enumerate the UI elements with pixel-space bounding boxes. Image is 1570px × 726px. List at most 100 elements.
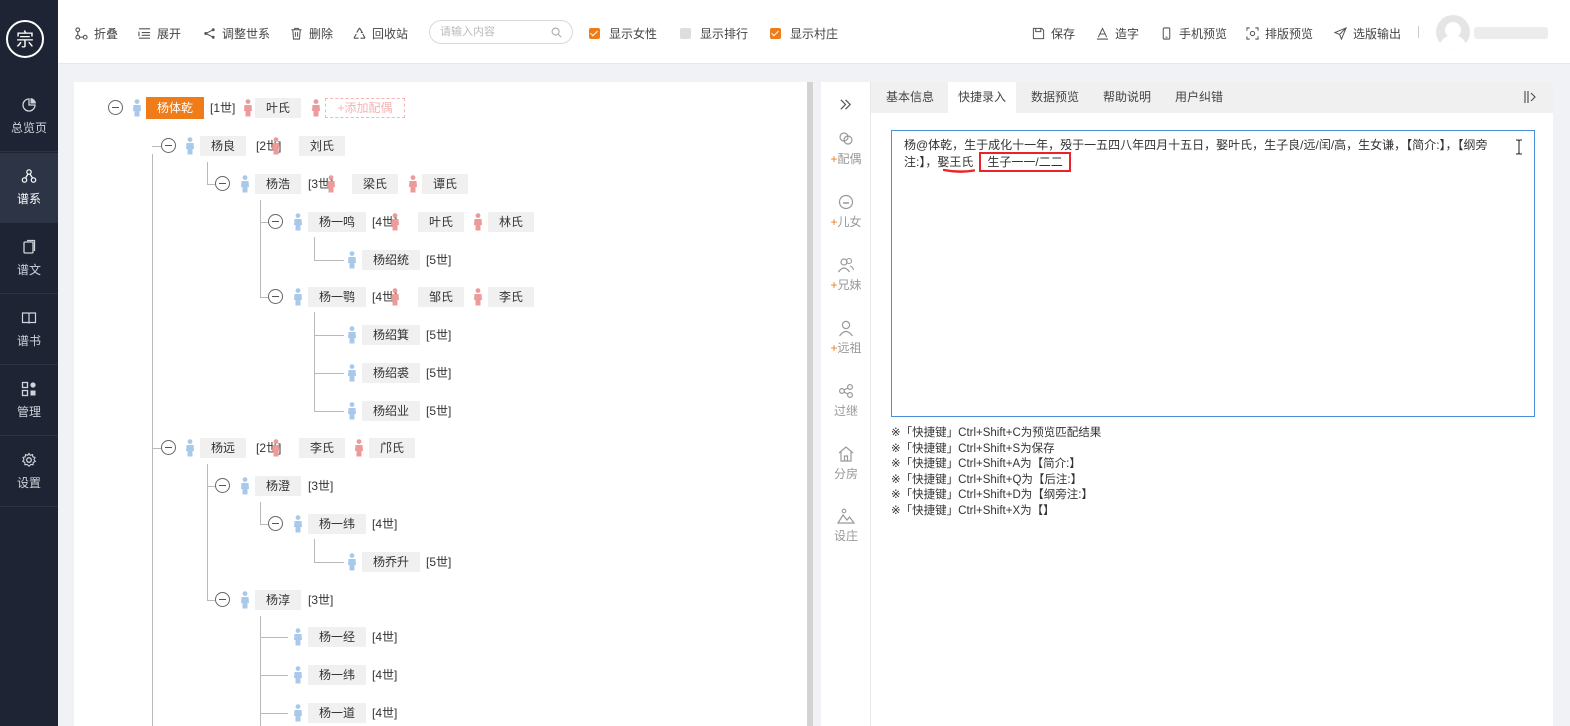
female-figure-icon: [474, 213, 482, 231]
person-name[interactable]: 杨浩: [255, 174, 302, 194]
male-figure-icon: [348, 553, 356, 571]
layout-preview-button[interactable]: 排版预览: [1246, 24, 1313, 42]
delete-button[interactable]: 删除: [290, 24, 333, 42]
generation-label: [4世]: [372, 706, 398, 720]
person-name[interactable]: 杨绍裘: [362, 363, 421, 383]
search-icon[interactable]: [551, 27, 562, 38]
search-input[interactable]: [440, 26, 551, 38]
checkbox-unchecked[interactable]: [680, 27, 691, 39]
collapse-toggle[interactable]: [215, 478, 230, 493]
sidebar-item-overview[interactable]: 总览页: [0, 82, 58, 152]
double-chevron-right-icon[interactable]: [839, 98, 852, 111]
show-rank-checkbox[interactable]: 显示排行: [680, 24, 748, 42]
hint-line: ※「快捷键」Ctrl+Shift+X为【】: [891, 504, 1055, 517]
spouse-name[interactable]: 梁氏: [352, 174, 399, 194]
male-figure-icon: [294, 288, 302, 306]
person-name[interactable]: 杨一经: [308, 627, 367, 647]
person-name[interactable]: 杨一鹗: [308, 287, 367, 307]
sidebar-item-manage[interactable]: 管理: [0, 366, 58, 436]
person-name[interactable]: 杨一鸣: [308, 212, 367, 232]
person-name[interactable]: 杨澄: [255, 476, 302, 496]
hint-line: ※「快捷键」Ctrl+Shift+Q为【后注:】: [891, 473, 1083, 486]
person-name[interactable]: 杨淳: [255, 590, 302, 610]
fold-button[interactable]: 折叠: [75, 24, 118, 42]
spouse-name[interactable]: 李氏: [299, 438, 346, 458]
adjust-lineage-button[interactable]: 调整世系: [203, 24, 270, 42]
spouse-name[interactable]: 刘氏: [299, 136, 346, 156]
sidebar-item-book[interactable]: 谱书: [0, 295, 58, 365]
person-name[interactable]: 杨一纬: [308, 665, 367, 685]
spouse-name[interactable]: 林氏: [488, 212, 535, 232]
collapse-toggle[interactable]: [161, 138, 176, 153]
tool-adopt[interactable]: 过继: [821, 382, 871, 419]
female-figure-icon: [327, 175, 335, 193]
sidebar-item-lineage[interactable]: 谱系: [0, 153, 58, 223]
house-icon: [838, 446, 854, 462]
tree-connector: [314, 237, 315, 260]
spouse-name[interactable]: 邹氏: [418, 287, 465, 307]
collapse-panel-icon[interactable]: [1523, 90, 1537, 104]
collapse-toggle[interactable]: [268, 289, 283, 304]
logo[interactable]: 宗: [6, 20, 44, 58]
person-name[interactable]: 杨良: [200, 136, 247, 156]
person-name[interactable]: 杨一道: [308, 703, 367, 723]
tool-house[interactable]: 分房: [821, 445, 871, 482]
checkbox-checked[interactable]: [770, 27, 781, 39]
recycle-bin-button[interactable]: 回收站: [353, 24, 408, 42]
tool-siblings[interactable]: +兄妹: [821, 256, 871, 293]
sidebar-item-text[interactable]: 谱文: [0, 224, 58, 294]
sidebar-item-settings[interactable]: 设置: [0, 437, 58, 507]
tab-quick-entry[interactable]: 快捷录入: [948, 82, 1017, 113]
person-name[interactable]: 杨一纬: [308, 514, 367, 534]
tool-child[interactable]: +儿女: [821, 193, 871, 230]
collapse-toggle[interactable]: [215, 592, 230, 607]
recycle-label: 回收站: [372, 26, 409, 41]
collapse-toggle[interactable]: [268, 516, 283, 531]
person-name[interactable]: 杨乔升: [362, 552, 421, 572]
tree-connector: [260, 297, 268, 298]
spouse-name[interactable]: 叶氏: [418, 212, 465, 232]
spouse-name[interactable]: 邝氏: [369, 438, 416, 458]
person-name[interactable]: 杨远: [200, 438, 247, 458]
checkbox-checked[interactable]: [589, 27, 600, 39]
person-name[interactable]: 杨绍业: [362, 401, 421, 421]
spouse-name[interactable]: 叶氏: [255, 98, 302, 118]
spouse-name[interactable]: 李氏: [488, 287, 535, 307]
expand-button[interactable]: 展开: [138, 24, 181, 42]
person-name[interactable]: 杨绍箕: [362, 325, 421, 345]
save-button[interactable]: 保存: [1032, 24, 1075, 42]
tool-ancestor[interactable]: +远祖: [821, 319, 871, 356]
collapse-toggle[interactable]: [215, 176, 230, 191]
mobile-preview-button[interactable]: 手机预览: [1160, 24, 1227, 42]
tool-spouse[interactable]: +配偶: [821, 130, 871, 167]
collapse-toggle[interactable]: [268, 214, 283, 229]
person-name[interactable]: 杨体乾: [146, 97, 205, 119]
male-figure-icon: [294, 666, 302, 684]
tab-bar: 基本信息 快捷录入 数据预览 帮助说明 用户纠错: [871, 82, 1553, 113]
avatar[interactable]: [1436, 15, 1470, 49]
add-spouse-button[interactable]: +添加配偶: [325, 98, 405, 118]
shortcut-hints: ※「快捷键」Ctrl+Shift+C为预览匹配结果 ※「快捷键」Ctrl+Shi…: [891, 426, 1101, 520]
family-tree-icon: [21, 169, 37, 183]
show-female-checkbox[interactable]: 显示女性: [589, 24, 657, 42]
quick-entry-textarea[interactable]: 杨@体乾，生于成化十一年，殁于一五四八年四月十五日，娶叶氏，生子良/远/闰/高，…: [891, 130, 1535, 417]
person-name[interactable]: 杨绍统: [362, 250, 421, 270]
export-button[interactable]: 选版输出: [1334, 24, 1401, 42]
tool-label: +远祖: [830, 341, 862, 355]
tool-village[interactable]: 设庄: [821, 507, 871, 544]
username-blurred[interactable]: [1474, 27, 1548, 39]
make-char-button[interactable]: 造字: [1096, 24, 1139, 42]
show-village-checkbox[interactable]: 显示村庄: [770, 24, 838, 42]
collapse-toggle[interactable]: [161, 440, 176, 455]
tab-user-correction[interactable]: 用户纠错: [1165, 82, 1234, 113]
panel-splitter[interactable]: [807, 82, 813, 726]
tab-help[interactable]: 帮助说明: [1093, 82, 1162, 113]
tree-connector: [314, 373, 344, 374]
highlighted-text: 生子一一/二二: [979, 152, 1071, 172]
tab-data-preview[interactable]: 数据预览: [1021, 82, 1090, 113]
male-figure-icon: [294, 704, 302, 722]
collapse-toggle[interactable]: [108, 100, 123, 115]
female-figure-icon: [474, 288, 482, 306]
spouse-name[interactable]: 谭氏: [422, 174, 469, 194]
tab-basic-info[interactable]: 基本信息: [876, 82, 945, 113]
